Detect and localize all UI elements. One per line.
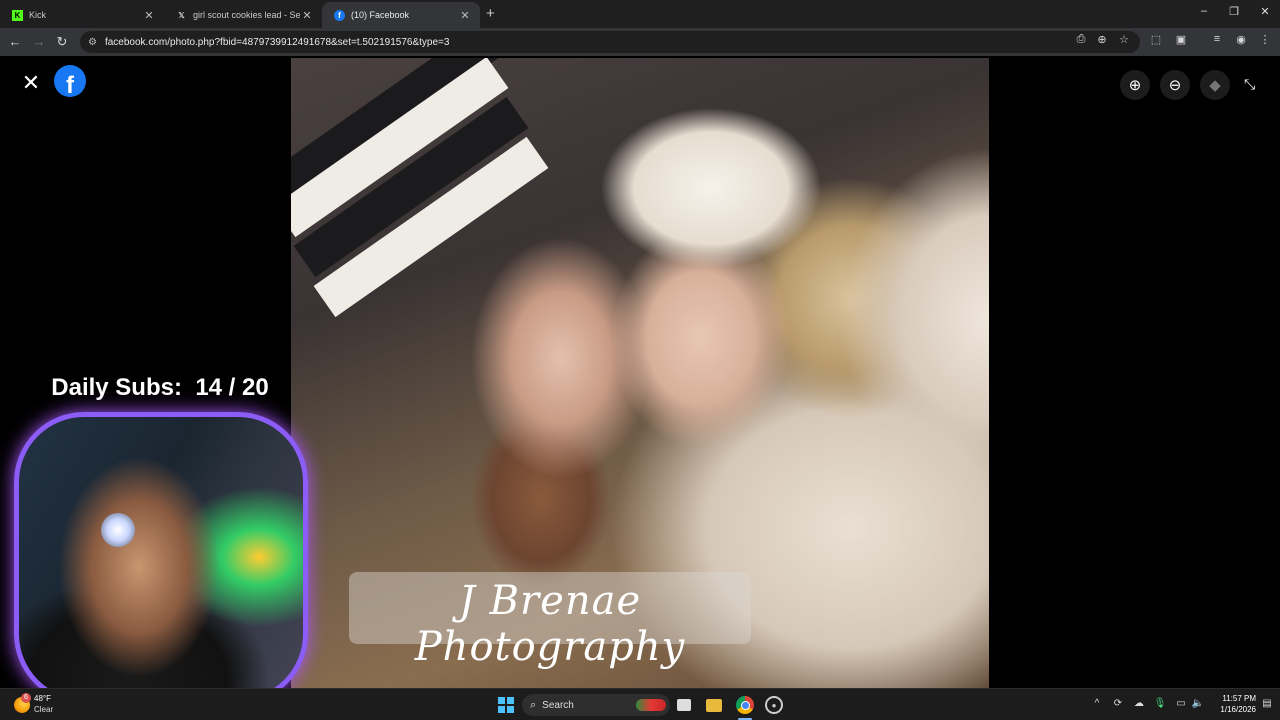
tag-icon[interactable]: ◆ [1200, 70, 1230, 100]
volume-icon[interactable]: 🔈 [1191, 698, 1205, 709]
webcam-overlay [14, 412, 308, 704]
menu-icon[interactable]: ⋮ [1257, 33, 1273, 46]
restore-icon[interactable]: ❐ [1224, 5, 1244, 18]
address-bar[interactable]: ⚙ facebook.com/photo.php?fbid=4879739912… [80, 31, 1140, 53]
browser-toolbar: ← → ↻ ⚙ facebook.com/photo.php?fbid=4879… [0, 28, 1280, 56]
side-panel-icon[interactable]: ▣ [1173, 33, 1189, 46]
facebook-icon: f [334, 9, 345, 21]
profile-icon[interactable]: ◉ [1233, 33, 1249, 46]
search-highlight-icon [636, 699, 666, 711]
extensions-icon[interactable]: ⬚ [1148, 33, 1164, 46]
webcam-detail [101, 513, 135, 547]
tab-title: (10) Facebook [351, 10, 410, 20]
close-tab-icon[interactable]: ✕ [458, 9, 472, 22]
weather-badge: 6 [21, 693, 31, 703]
chrome-icon[interactable] [736, 696, 754, 714]
forward-icon[interactable]: → [30, 34, 48, 49]
search-icon: ⌕ [530, 698, 537, 711]
new-tab-button[interactable]: + [486, 5, 495, 22]
tab-kick[interactable]: K Kick ✕ [0, 2, 164, 28]
file-explorer-icon[interactable] [706, 699, 722, 712]
obs-icon[interactable]: ● [765, 696, 783, 714]
daily-subs-counter: Daily Subs: 14 / 20 [10, 374, 310, 402]
watermark-text: J Brenae Photography [414, 578, 686, 670]
tray-overflow-icon[interactable]: ^ [1090, 698, 1104, 709]
windows-taskbar: 6 48°F Clear ⌕ Search ● ^ ⟳ ☁ 🎙 ▭ 🔈 11:5… [0, 688, 1280, 720]
tab-facebook[interactable]: f (10) Facebook ✕ [322, 2, 480, 28]
cloud-icon[interactable]: ☁ [1132, 698, 1146, 709]
close-window-icon[interactable]: ✕ [1255, 5, 1275, 18]
back-icon[interactable]: ← [6, 34, 24, 49]
start-button[interactable] [498, 697, 514, 713]
tab-title: Kick [29, 10, 47, 20]
zoom-icon[interactable]: ⊕ [1094, 33, 1110, 46]
tab-title: girl scout cookies lead - Search [193, 10, 300, 20]
reload-icon[interactable]: ↻ [53, 34, 71, 50]
close-tab-icon[interactable]: ✕ [300, 9, 314, 22]
install-app-icon[interactable]: ⎙ [1073, 33, 1089, 46]
url-text: facebook.com/photo.php?fbid=487973991249… [104, 36, 450, 48]
weather-condition[interactable]: Clear [34, 705, 53, 714]
photo-viewer: ✕ f J Brenae Photography ⊕ ⊖ ◆ ⤡ Daily S… [0, 56, 1280, 704]
task-view-icon[interactable] [677, 699, 691, 711]
bookmark-star-icon[interactable]: ☆ [1116, 33, 1132, 46]
close-viewer-icon[interactable]: ✕ [20, 70, 42, 96]
taskbar-search[interactable]: ⌕ Search [522, 694, 670, 716]
tab-strip: K Kick ✕ 𝕏 girl scout cookies lead - Sea… [0, 0, 1280, 28]
microphone-icon[interactable]: 🎙 [1153, 698, 1167, 709]
kick-icon: K [12, 9, 23, 21]
clock-time[interactable]: 11:57 PM [1210, 694, 1256, 703]
search-label: Search [542, 699, 574, 711]
network-icon[interactable]: ▭ [1174, 698, 1188, 709]
subs-count: 14 / 20 [195, 374, 269, 401]
close-tab-icon[interactable]: ✕ [142, 9, 156, 22]
zoom-out-icon[interactable]: ⊖ [1160, 70, 1190, 100]
clock-date[interactable]: 1/16/2026 [1210, 705, 1256, 714]
tab-search[interactable]: 𝕏 girl scout cookies lead - Search ✕ [164, 2, 322, 28]
x-icon: 𝕏 [178, 10, 185, 20]
media-icon[interactable]: ≡ [1209, 33, 1225, 45]
facebook-logo-icon[interactable]: f [54, 65, 86, 97]
exit-fullscreen-icon[interactable]: ⤡ [1244, 76, 1255, 93]
zoom-in-icon[interactable]: ⊕ [1120, 70, 1150, 100]
weather-temp[interactable]: 48°F [34, 694, 51, 703]
site-info-icon[interactable]: ⚙ [88, 37, 97, 48]
notifications-icon[interactable]: ▤ [1260, 698, 1274, 709]
sync-icon[interactable]: ⟳ [1111, 698, 1125, 709]
photo[interactable]: J Brenae Photography [291, 58, 989, 688]
subs-label: Daily Subs: [51, 374, 182, 401]
minimize-icon[interactable]: – [1194, 5, 1214, 17]
